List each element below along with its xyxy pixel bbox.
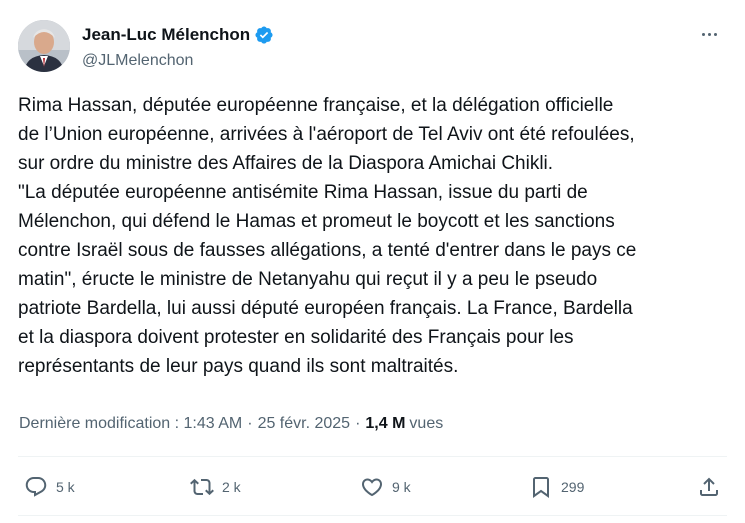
bookmark-count: 299 <box>561 479 585 495</box>
user-info: Jean-Luc Mélenchon @JLMelenchon <box>82 20 274 70</box>
display-name[interactable]: Jean-Luc Mélenchon <box>82 25 250 45</box>
like-button[interactable]: 9 k <box>360 475 411 499</box>
tweet-date[interactable]: 25 févr. 2025 <box>258 415 351 433</box>
tweet-text-line: patriote Bardella, lui aussi député euro… <box>18 298 633 319</box>
retweet-count: 2 k <box>222 479 241 495</box>
like-count: 9 k <box>392 479 411 495</box>
tweet-text-line: représentants de leur pays quand ils son… <box>18 356 459 377</box>
divider <box>18 456 727 457</box>
tweet-text-line: matin", éructe le ministre de Netanyahu … <box>18 269 598 290</box>
meta-separator: · <box>355 415 361 432</box>
tweet-text: Rima Hassan, députée européenne français… <box>18 91 730 381</box>
bookmark-button[interactable]: 299 <box>529 475 584 499</box>
tweet-meta: Dernière modification : 1:43 AM · 25 fév… <box>19 412 443 436</box>
retweet-icon <box>190 475 214 499</box>
bookmark-icon <box>529 475 553 499</box>
tweet-time[interactable]: 1:43 AM <box>184 415 243 433</box>
divider <box>18 515 727 516</box>
action-bar: 5 k 2 k 9 k 299 <box>18 467 727 507</box>
views-count[interactable]: 1,4 M <box>365 415 405 433</box>
share-button[interactable] <box>697 475 721 499</box>
avatar[interactable] <box>18 20 70 72</box>
reply-count: 5 k <box>56 479 75 495</box>
views-label: vues <box>409 415 444 432</box>
more-options-icon[interactable] <box>695 24 723 44</box>
reply-button[interactable]: 5 k <box>24 475 75 499</box>
tweet-card: Jean-Luc Mélenchon @JLMelenchon Rima Has… <box>0 0 745 523</box>
verified-badge-icon[interactable] <box>254 25 274 45</box>
tweet-text-line: Mélenchon, qui défend le Hamas et promeu… <box>18 211 615 232</box>
user-handle[interactable]: @JLMelenchon <box>82 52 274 70</box>
retweet-button[interactable]: 2 k <box>190 475 241 499</box>
heart-icon <box>360 475 384 499</box>
tweet-header: Jean-Luc Mélenchon @JLMelenchon <box>18 20 727 76</box>
tweet-text-line: sur ordre du ministre des Affaires de la… <box>18 153 554 174</box>
meta-separator: · <box>247 415 253 432</box>
reply-icon <box>24 475 48 499</box>
tweet-text-line: et la diaspora doivent protester en soli… <box>18 327 574 348</box>
name-row: Jean-Luc Mélenchon <box>82 24 274 46</box>
tweet-text-line: "La députée européenne antisémite Rima H… <box>18 182 588 203</box>
edited-label[interactable]: Dernière modification : <box>19 415 179 433</box>
tweet-text-line: contre Israël sous de fausses allégation… <box>18 240 637 261</box>
share-icon <box>697 475 721 499</box>
tweet-text-line: de l’Union européenne, arrivées à l'aéro… <box>18 124 635 145</box>
tweet-text-line: Rima Hassan, députée européenne français… <box>18 95 614 116</box>
